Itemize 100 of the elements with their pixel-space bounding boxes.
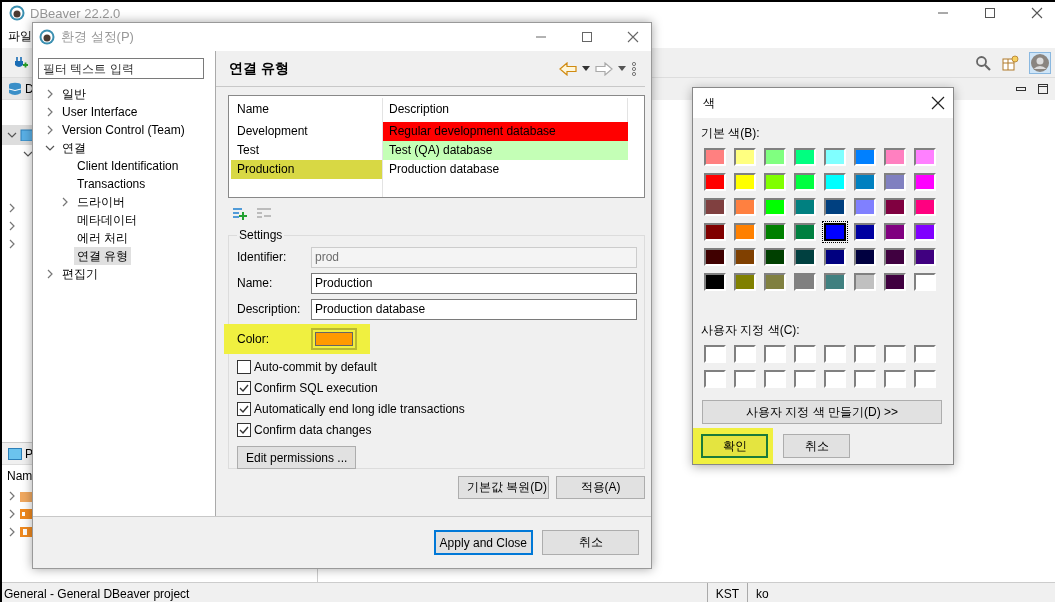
color-swatch[interactable]: [824, 173, 846, 191]
cancel-button[interactable]: 취소: [542, 530, 639, 555]
column-header[interactable]: Name: [231, 98, 383, 122]
color-swatch[interactable]: [794, 173, 816, 191]
ok-button[interactable]: 확인: [701, 434, 768, 458]
add-row-icon[interactable]: [232, 206, 248, 220]
color-swatch[interactable]: [884, 345, 906, 363]
color-swatch[interactable]: [884, 370, 906, 388]
search-icon[interactable]: [975, 54, 991, 71]
color-swatch[interactable]: [794, 345, 816, 363]
table-cell[interactable]: Production: [231, 160, 383, 179]
apply-and-close-button[interactable]: Apply and Close: [433, 530, 533, 555]
close-icon[interactable]: [931, 96, 945, 110]
color-swatch[interactable]: [914, 173, 936, 191]
back-arrow-icon[interactable]: [559, 61, 577, 76]
cancel-button[interactable]: 취소: [783, 434, 850, 458]
color-swatch[interactable]: [764, 248, 786, 266]
color-swatch[interactable]: [854, 223, 876, 241]
color-swatch[interactable]: [764, 345, 786, 363]
filter-field[interactable]: 필터 텍스트 입력: [38, 58, 204, 79]
color-swatch[interactable]: [884, 148, 906, 166]
tree-item[interactable]: 일반: [59, 85, 89, 103]
color-swatch[interactable]: [704, 198, 726, 216]
color-swatch[interactable]: [794, 223, 816, 241]
color-swatch[interactable]: [914, 273, 936, 291]
caret-down-icon[interactable]: [618, 66, 626, 71]
caret-down-icon[interactable]: [582, 66, 590, 71]
checkbox[interactable]: [237, 422, 251, 437]
tree-item[interactable]: 메타데이터: [74, 211, 140, 229]
color-swatch[interactable]: [854, 370, 876, 388]
tree-item[interactable]: Transactions: [74, 175, 149, 193]
maximize-icon[interactable]: [581, 31, 593, 43]
color-swatch[interactable]: [704, 273, 726, 291]
color-swatch[interactable]: [884, 198, 906, 216]
color-swatch[interactable]: [794, 248, 816, 266]
color-swatch[interactable]: [884, 248, 906, 266]
color-swatch[interactable]: [914, 370, 936, 388]
tree-item[interactable]: User Interface: [59, 103, 141, 121]
color-swatch[interactable]: [764, 148, 786, 166]
color-swatch[interactable]: [704, 148, 726, 166]
tree-item[interactable]: 연결 유형: [74, 247, 132, 265]
more-icon[interactable]: [631, 61, 637, 76]
color-swatch[interactable]: [794, 148, 816, 166]
avatar-icon[interactable]: [1029, 51, 1051, 74]
color-swatch[interactable]: [704, 370, 726, 388]
tree-item[interactable]: Version Control (Team): [59, 121, 188, 139]
color-swatch[interactable]: [794, 198, 816, 216]
maximize-view-icon[interactable]: [1037, 83, 1049, 95]
color-swatch[interactable]: [734, 273, 756, 291]
color-swatch[interactable]: [764, 173, 786, 191]
plug-icon[interactable]: [12, 54, 28, 71]
color-swatch[interactable]: [824, 273, 846, 291]
color-swatch[interactable]: [794, 370, 816, 388]
tree-item[interactable]: 에러 처리: [74, 229, 132, 247]
table-icon[interactable]: [1001, 54, 1019, 71]
color-swatch[interactable]: [734, 198, 756, 216]
color-swatch[interactable]: [824, 370, 846, 388]
edit-permissions-button[interactable]: Edit permissions ...: [237, 446, 357, 469]
color-swatch[interactable]: [704, 345, 726, 363]
color-swatch[interactable]: [734, 370, 756, 388]
tree-item[interactable]: 드라이버: [74, 193, 128, 211]
color-swatch[interactable]: [824, 198, 846, 216]
color-swatch[interactable]: [764, 198, 786, 216]
color-swatch[interactable]: [824, 345, 846, 363]
color-swatch[interactable]: [854, 248, 876, 266]
color-swatch[interactable]: [854, 148, 876, 166]
color-swatch[interactable]: [914, 148, 936, 166]
checkbox[interactable]: [237, 380, 251, 395]
tree-item[interactable]: 편집기: [59, 265, 101, 283]
checkbox[interactable]: [237, 359, 251, 374]
color-swatch[interactable]: [824, 223, 846, 241]
checkbox[interactable]: [237, 401, 251, 416]
color-swatch[interactable]: [824, 248, 846, 266]
color-swatch[interactable]: [794, 273, 816, 291]
color-swatch[interactable]: [764, 370, 786, 388]
color-swatch[interactable]: [704, 223, 726, 241]
color-swatch[interactable]: [884, 173, 906, 191]
color-swatch[interactable]: [914, 198, 936, 216]
tree-item[interactable]: 연결: [59, 139, 89, 157]
color-swatch[interactable]: [884, 223, 906, 241]
color-swatch[interactable]: [734, 345, 756, 363]
color-swatch[interactable]: [764, 223, 786, 241]
color-swatch[interactable]: [734, 148, 756, 166]
menu-item[interactable]: 파일: [8, 27, 32, 45]
color-swatch[interactable]: [914, 248, 936, 266]
tab[interactable]: P: [25, 446, 33, 461]
color-swatch[interactable]: [884, 273, 906, 291]
color-swatch[interactable]: [854, 273, 876, 291]
color-swatch[interactable]: [734, 223, 756, 241]
restore-defaults-button[interactable]: 기본값 복원(D): [458, 476, 549, 499]
color-swatch[interactable]: [764, 273, 786, 291]
color-swatch[interactable]: [914, 223, 936, 241]
color-swatch[interactable]: [854, 198, 876, 216]
maximize-icon[interactable]: [984, 7, 996, 19]
apply-button[interactable]: 적용(A): [556, 476, 645, 499]
forward-arrow-icon[interactable]: [595, 61, 613, 76]
color-swatch[interactable]: [854, 173, 876, 191]
color-swatch[interactable]: [734, 248, 756, 266]
text-field[interactable]: Production database: [311, 298, 637, 320]
color-swatch[interactable]: [704, 248, 726, 266]
